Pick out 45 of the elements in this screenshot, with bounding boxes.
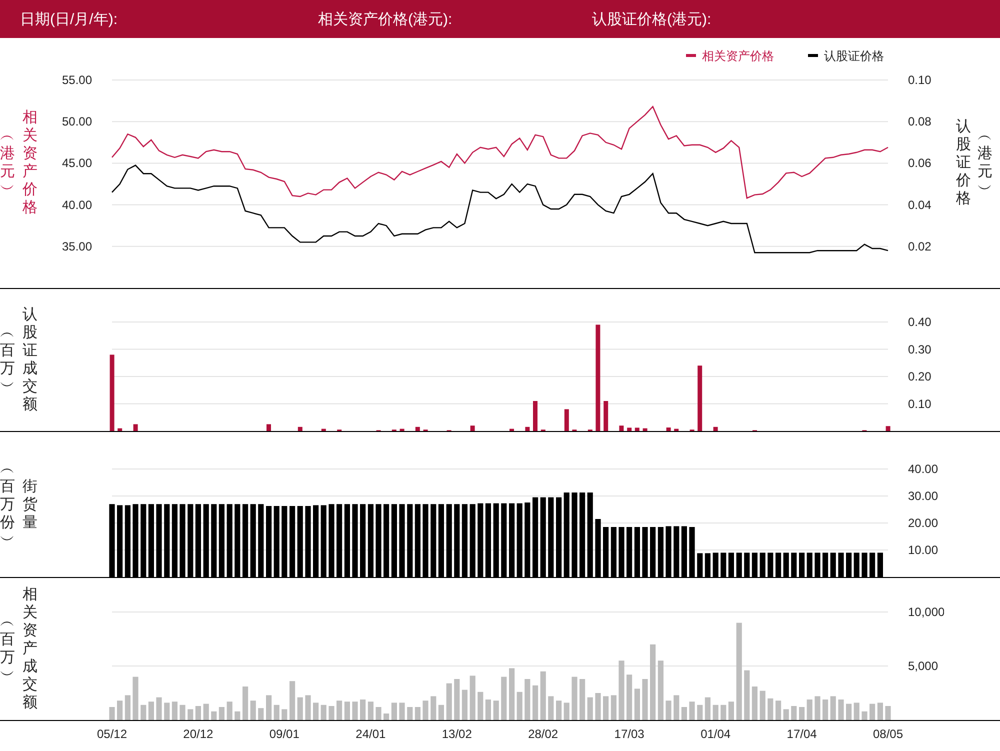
- header-label: 认股证价格(港元):: [592, 10, 712, 28]
- axis-tick-label: 20/12: [183, 727, 214, 741]
- axis-tick-label: 28/02: [528, 727, 558, 741]
- axis-unit: ︵百万︶: [0, 324, 16, 396]
- axis-title: 认股证价格: [956, 118, 972, 208]
- axis-tick-label: 08/05: [872, 727, 904, 741]
- axis-tick-label: 10,000: [908, 605, 944, 619]
- axis-tick-label: 0.08: [908, 114, 932, 129]
- axis-tick-label: 30.00: [908, 489, 938, 503]
- axis-tick-label: 0.10: [908, 396, 932, 411]
- axis-tick-label: 50.00: [62, 114, 92, 129]
- axis-unit: ︵港元︶: [0, 127, 16, 199]
- axis-unit: ︵百万︶: [0, 613, 16, 685]
- legend-label: 认股证价格: [824, 49, 884, 63]
- axis-tick-label: 0.30: [908, 342, 932, 356]
- axis-tick-label: 20.00: [908, 516, 938, 530]
- axis-tick-label: 05/12: [96, 727, 128, 741]
- legend-label: 相关资产价格: [702, 49, 774, 63]
- axis-unit: ︵港元︶: [978, 127, 994, 199]
- axis-tick-label: 0.02: [908, 239, 932, 254]
- header-label: 日期(日/月/年):: [20, 10, 118, 28]
- header-label: 相关资产价格(港元):: [318, 10, 454, 28]
- axis-tick-label: 40.00: [62, 198, 92, 212]
- axis-tick-label: 0.04: [908, 198, 932, 212]
- axis-tick-label: 0.20: [908, 370, 932, 384]
- axis-unit: ︵百万份︶: [0, 460, 16, 550]
- axis-tick-label: 40.00: [908, 462, 938, 476]
- axis-tick-label: 24/01: [356, 727, 386, 741]
- axis-tick-label: 45.00: [62, 156, 92, 170]
- axis-title: 相关资产价格: [22, 109, 39, 217]
- axis-tick-label: 0.06: [908, 156, 932, 170]
- axis-tick-label: 55.00: [62, 73, 92, 87]
- axis-tick-label: 09/01: [269, 727, 300, 741]
- axis-title: 街货量: [22, 478, 39, 532]
- axis-tick-label: 5,000: [908, 659, 938, 673]
- axis-tick-label: 17/03: [614, 727, 644, 741]
- axis-tick-label: 01/04: [700, 727, 731, 741]
- axis-tick-label: 17/04: [786, 727, 817, 741]
- axis-tick-label: 10.00: [908, 543, 938, 557]
- axis-tick-label: 35.00: [62, 239, 92, 254]
- axis-tick-label: 0.10: [908, 73, 932, 87]
- axis-tick-label: 13/02: [442, 727, 472, 741]
- axis-title: 相关资产成交额: [22, 586, 39, 712]
- axis-tick-label: 0.40: [908, 315, 932, 329]
- axis-title: 认股证成交额: [22, 306, 39, 414]
